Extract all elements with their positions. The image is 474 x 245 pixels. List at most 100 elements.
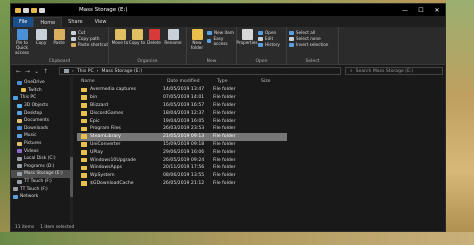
file-row[interactable]: bin 07/05/2019 14:01 File folder [77,94,277,102]
sidebar-item[interactable]: Documents [11,117,73,125]
file-row[interactable]: $GDownloadCache 26/05/2019 21:12 File fold… [77,180,277,188]
invert-selection-button[interactable]: Invert selection [289,42,328,47]
file-row[interactable]: DiscordGames 18/04/2019 12:37 File folder [77,109,277,117]
sidebar-item[interactable]: Programs (D:) [11,163,73,171]
tab-file[interactable]: File [13,17,34,27]
sidebar-item[interactable]: This PC [11,94,73,102]
sidebar-item[interactable]: Desktop [11,109,73,117]
file-row[interactable]: Epic 19/04/2019 16:05 File folder [77,117,277,125]
select-group: Select all Select none Invert selection … [287,27,339,65]
file-type: File folder [213,102,236,108]
file-row[interactable]: WindowsApps 20/11/2019 17:56 File folder [77,164,277,172]
copy-to-icon [131,29,143,40]
file-name: DiscordGames [90,110,124,116]
address-bar-row: ← → ⌄ ↑ › This PC › Mass Storage (E:) ⌕ … [11,65,445,77]
properties-icon[interactable] [23,7,29,13]
select-all-icon [289,30,294,35]
tab-share[interactable]: Share [62,17,88,27]
back-arrow-icon[interactable]: ← [16,68,21,75]
minimize-button[interactable]: — [397,4,413,16]
history-button[interactable]: History [258,42,280,47]
edit-button[interactable]: Edit [258,36,273,41]
easy-access-button[interactable]: Easy access [207,36,236,46]
sidebar-item[interactable]: Network [11,193,73,201]
file-list: Name Date modified Type Size Avermedia c… [73,77,445,223]
sidebar-item-label: TT Touch (F:) [20,186,48,192]
file-name: Blizzard [90,102,109,108]
file-row[interactable]: Avermedia captures 14/05/2019 13:47 File f… [77,86,277,94]
column-header-name[interactable]: Name [81,79,95,84]
sidebar-item[interactable]: Videos [11,147,73,155]
tab-home[interactable]: Home [33,17,63,27]
rename-button[interactable]: Rename [164,29,182,46]
file-type: File folder [213,180,236,186]
breadcrumb-this-pc[interactable]: This PC [77,69,94,74]
sidebar-item-icon [21,88,26,93]
column-header-date[interactable]: Date modified [167,79,200,84]
search-box[interactable]: ⌕ Search Mass Storage (E:) [345,67,443,75]
address-bar[interactable]: › This PC › Mass Storage (E:) [59,67,341,75]
file-date: 26/05/2019 09:24 [163,157,205,163]
file-row[interactable]: UPlay 29/06/2019 16:06 File folder [77,148,277,156]
search-placeholder: Search Mass Storage (E:) [355,68,414,74]
file-row[interactable]: SteamLibrary 21/05/2019 09:13 File folder [77,132,287,141]
file-type: File folder [213,149,236,155]
sidebar-item-label: Programs (D:) [24,163,55,169]
select-none-button[interactable]: Select none [289,36,321,41]
close-button[interactable]: ✕ [429,4,445,16]
new-folder-icon[interactable] [31,7,37,13]
file-row[interactable]: Blizzard 16/05/2019 16:57 File folder [77,102,277,110]
properties-button[interactable]: Properties [236,29,258,46]
sidebar-item[interactable]: Twitch [11,87,73,95]
paste-button[interactable]: Paste [50,29,68,46]
cut-button[interactable]: Cut [71,30,85,35]
breadcrumb-separator: › [72,68,74,74]
column-header-type[interactable]: Type [217,79,228,84]
pin-quick-access-button[interactable]: Pin to Quick access [13,29,31,55]
file-row[interactable]: Windows10Upgrade 26/05/2019 09:24 File fol… [77,156,277,164]
breadcrumb-mass-storage[interactable]: Mass Storage (E:) [102,69,143,74]
file-row[interactable]: UniConverter 15/09/2019 09:18 File folder [77,141,277,149]
file-row[interactable]: WpSystem 08/06/2019 13:55 File folder [77,172,277,180]
paste-shortcut-button[interactable]: Paste shortcut [71,42,108,47]
open-icon [258,30,263,35]
forward-arrow-icon[interactable]: → [25,68,30,75]
title-bar: Mass Storage (E:) — ☐ ✕ [11,4,445,16]
customize-qa-icon[interactable] [39,7,45,13]
file-type: File folder [213,157,236,163]
new-folder-button[interactable]: New folder [188,29,206,51]
sidebar-item[interactable]: Mass Storage (E:) [11,170,73,178]
sidebar-item-icon [17,179,22,184]
folder-icon [15,7,21,13]
sidebar-item[interactable]: 3D Objects [11,102,73,110]
maximize-button[interactable]: ☐ [413,4,429,16]
recent-locations-icon[interactable]: ⌄ [34,68,39,75]
move-to-button[interactable]: Move to [111,29,129,46]
copy-path-button[interactable]: Copy path [71,36,99,41]
select-all-button[interactable]: Select all [289,30,315,35]
sidebar-item[interactable]: Local Disk (C:) [11,155,73,163]
sidebar-item-label: 3D Objects [24,103,49,109]
sidebar-item[interactable]: OneDrive [11,79,73,87]
new-folder-icon [191,29,203,40]
sidebar-item[interactable]: Music [11,132,73,140]
up-arrow-icon[interactable]: ↑ [43,68,48,75]
sidebar-item[interactable]: TT Touch (F:) [11,185,73,193]
sidebar-item-icon [17,156,22,161]
sidebar-item[interactable]: TT Touch (F:) [11,178,73,186]
copy-to-button[interactable]: Copy to [128,29,146,46]
tab-view[interactable]: View [89,17,113,27]
folder-icon [81,173,87,178]
clipboard-group: Pin to Quick access Copy Paste Cut Copy … [11,27,109,65]
sidebar-item-label: Local Disk (C:) [24,156,56,162]
copy-button[interactable]: Copy [32,29,50,46]
file-row[interactable]: Program Files 26/03/2019 23:53 File folder [77,125,277,133]
open-button[interactable]: Open [258,30,276,35]
sidebar-item[interactable]: Downloads [11,125,73,133]
new-item-button[interactable]: New item [207,30,234,35]
file-name: SteamLibrary [90,134,121,140]
sidebar-item[interactable]: Pictures [11,140,73,148]
column-header-size[interactable]: Size [261,79,270,84]
ribbon-tabs: File Home Share View [11,16,445,27]
delete-button[interactable]: Delete [145,29,163,46]
